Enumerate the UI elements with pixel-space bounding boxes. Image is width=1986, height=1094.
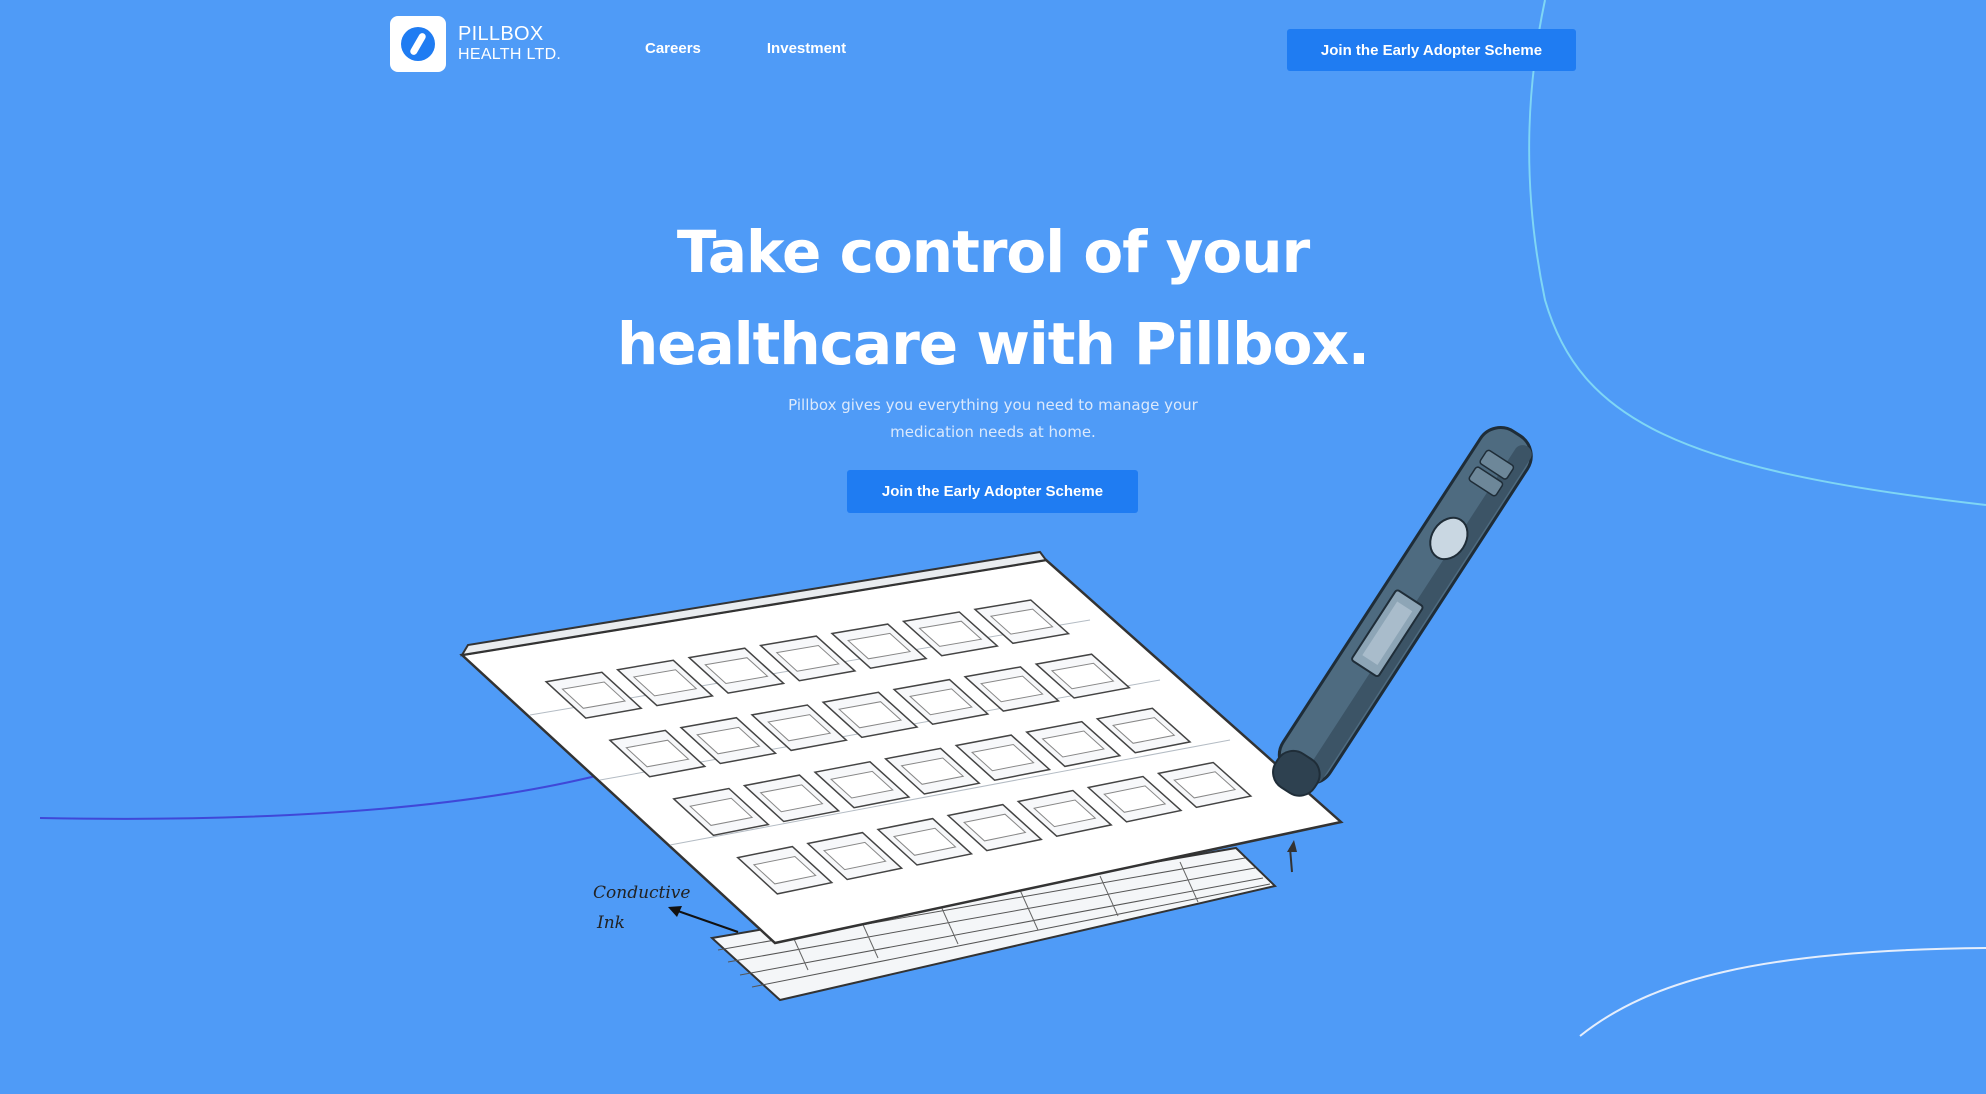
hero-subtitle-line2: medication needs at home. [890,423,1096,441]
blister-cell-top [1173,771,1237,799]
blister-cell-top [1112,717,1176,744]
blister-cell-top [561,681,627,709]
hero-title-line2: healthcare with Pillbox. [617,310,1370,378]
blister-cell-top [632,669,698,697]
blister-cell-top [767,714,832,742]
blister-cell [973,599,1071,645]
hero-join-early-adopter-button[interactable]: Join the Early Adopter Scheme [847,470,1138,513]
blister-cell [963,666,1061,712]
nav-link-investment[interactable]: Investment [767,40,846,57]
blister-cell-top [830,770,894,799]
main-nav: Careers Investment [645,40,846,57]
blister-cell [1025,720,1122,768]
blister-cell [1156,761,1253,809]
blister-cell-top [989,608,1054,635]
product-illustration: Conductive Ink [459,426,1533,1002]
blister-cell-top [900,757,965,785]
hero-title: Take control of your healthcare with Pil… [493,206,1493,390]
blister-cell-top [689,797,754,826]
brand-name-line2: HEALTH LTD. [458,46,562,64]
background-curves [39,0,1986,1037]
blister-cell [687,647,786,694]
header-join-early-adopter-button[interactable]: Join the Early Adopter Scheme [1287,29,1576,71]
brand-logo[interactable]: PILLBOX HEALTH LTD. [390,16,561,72]
blister-cell [876,817,974,866]
annotation-text-line2: Ink [596,913,625,933]
hero-title-line1: Take control of your [676,218,1310,286]
sensor-sheet [709,846,1278,1002]
blister-cell [1016,789,1113,838]
blister-pack [459,550,1344,945]
blister-cell-top [696,726,761,755]
brand-name-line1: PILLBOX [458,23,544,46]
blister-cell [954,734,1052,782]
blister-cell-top [846,632,912,660]
blister-cell-top [1041,730,1105,758]
blister-cell-top [838,701,903,729]
blister-cell [1095,707,1192,754]
pen-device [1272,426,1533,797]
blister-cell [742,774,841,823]
annotation-text-line1: Conductive [593,883,690,903]
blister-cell-top [892,827,957,856]
blister-cell-top [822,841,887,871]
blister-cell [672,787,770,837]
blister-cell [813,760,911,809]
blister-cell [946,803,1043,852]
blister-cell [615,659,715,707]
site-header: PILLBOX HEALTH LTD. Careers Investment J… [0,0,1986,100]
blister-cell [608,729,707,778]
blister-cell [544,671,643,719]
blister-cell-top [1033,799,1097,828]
blister-cell-top [971,743,1035,772]
blister-cell-top [1103,785,1167,813]
blister-cell-top [909,688,973,716]
hero-subtitle-line1: Pillbox gives you everything you need to… [788,396,1198,414]
blister-cell [736,845,834,895]
conductive-ink-annotation: Conductive Ink [593,840,1297,933]
blister-cell [1034,653,1131,699]
blister-cell-top [704,657,769,685]
blister-cell [758,635,857,682]
brand-name: PILLBOX HEALTH LTD. [458,23,561,64]
blister-cell-top [752,855,817,885]
blister-cell [830,623,928,670]
blister-cell [821,691,919,739]
blister-cells [544,599,1253,895]
blister-cell [750,704,848,752]
blister-cell [883,747,981,795]
blister-cell [1086,775,1183,823]
blister-cell [679,716,778,765]
blister-cell-top [775,644,840,672]
nav-link-careers[interactable]: Careers [645,40,701,57]
blister-cell-top [963,813,1027,842]
blister-cell-top [625,739,690,768]
blister-cell-top [918,620,983,647]
pill-icon [390,16,446,72]
hero-subtitle: Pillbox gives you everything you need to… [693,392,1293,446]
blister-cell-top [1050,662,1115,690]
blister-cell [901,611,999,657]
blister-cell [892,678,990,726]
blister-cell-top [980,675,1044,703]
blister-cell [806,831,904,881]
blister-cell-top [759,784,824,813]
